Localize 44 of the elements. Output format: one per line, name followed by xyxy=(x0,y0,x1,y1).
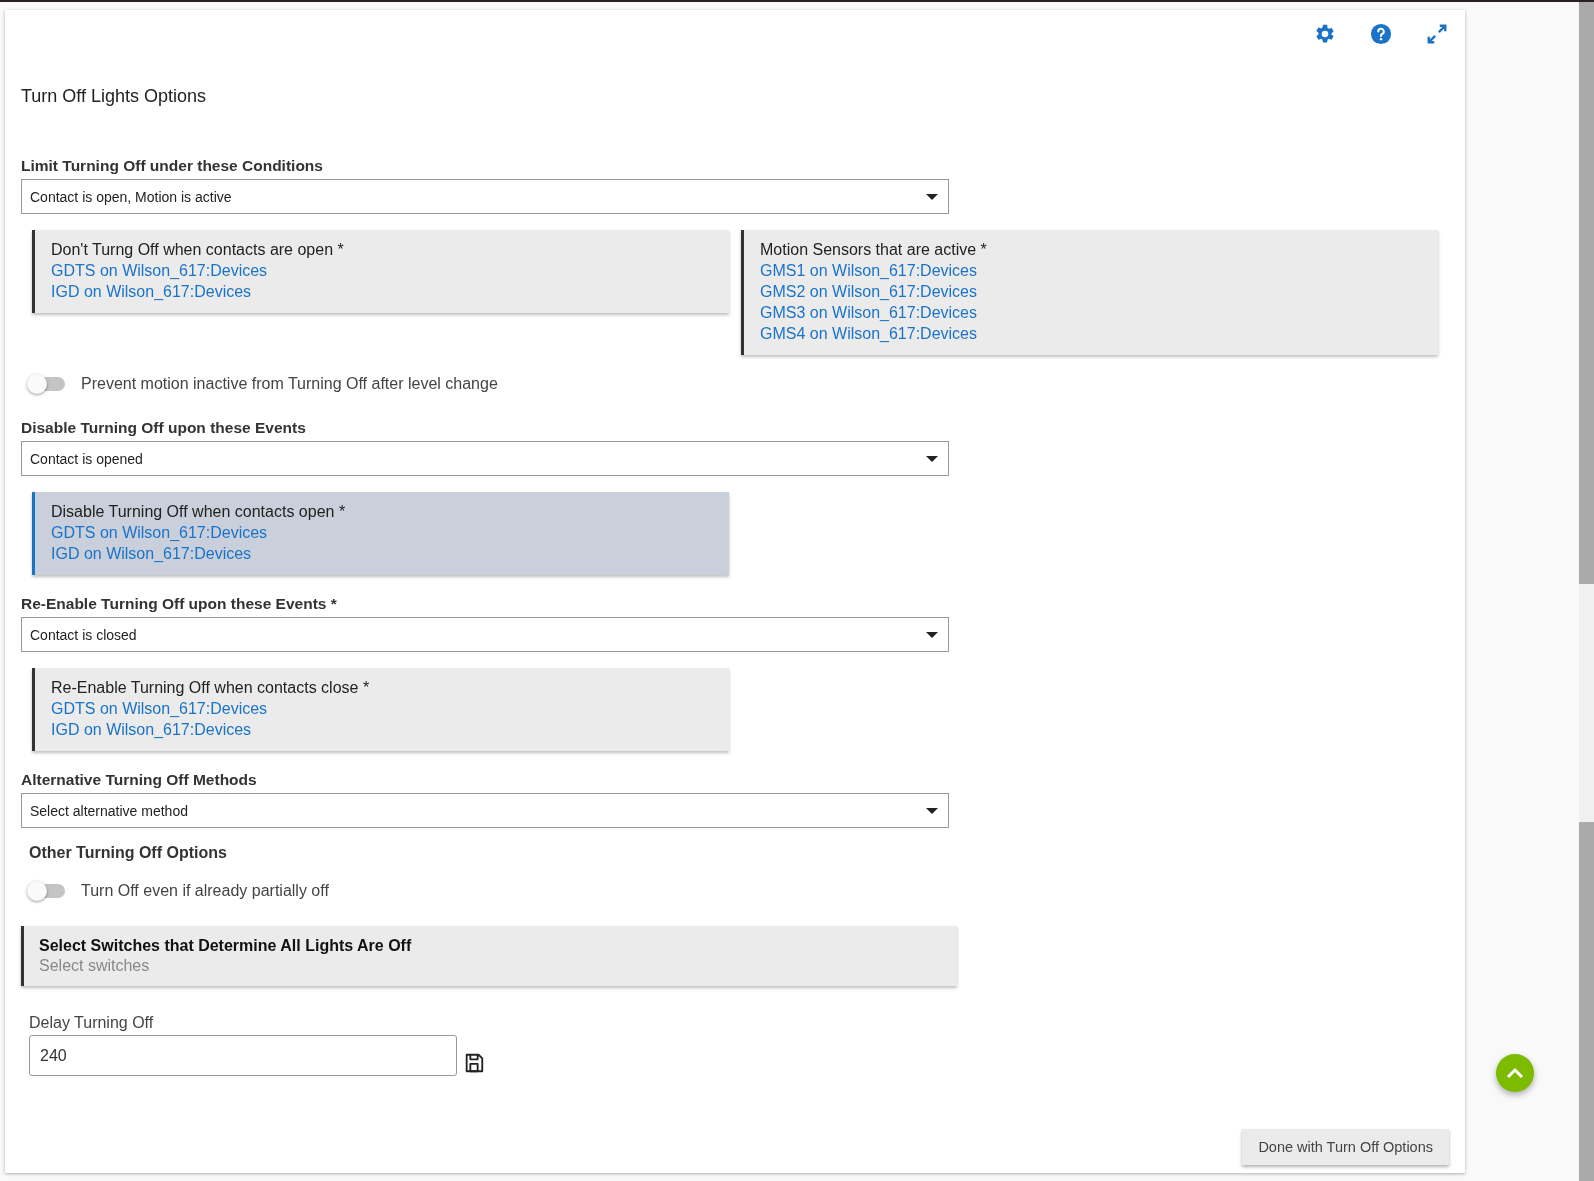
dropdown[interactable]: Contact is closed xyxy=(21,617,949,652)
card-title: Disable Turning Off when contacts open * xyxy=(51,503,347,521)
field-label: Limit Turning Off under these Conditions xyxy=(21,157,324,175)
field-label: Alternative Turning Off Methods xyxy=(21,771,258,789)
dropdown[interactable]: Select alternative method xyxy=(21,793,949,828)
dropdown[interactable]: Contact is open, Motion is active xyxy=(21,179,949,214)
field-label: Re-Enable Turning Off upon these Events * xyxy=(21,595,338,613)
toggle-switch[interactable] xyxy=(29,377,65,391)
number-input[interactable]: 240 xyxy=(29,1035,457,1076)
card-title: Motion Sensors that are active * xyxy=(760,241,988,259)
device-link[interactable]: IGD on Wilson_617:Devices xyxy=(51,283,713,301)
device-link[interactable]: GMS2 on Wilson_617:Devices xyxy=(760,283,1422,301)
caret-icon xyxy=(926,630,938,639)
picker-placeholder: Select switches xyxy=(39,957,151,975)
chevron-up-icon xyxy=(1506,1067,1524,1079)
done-button[interactable]: Done with Turn Off Options xyxy=(1242,1129,1449,1165)
dropdown[interactable]: Contact is opened xyxy=(21,441,949,476)
device-link[interactable]: GDTS on Wilson_617:Devices xyxy=(51,700,713,718)
device-list-card[interactable]: Don't Turng Off when contacts are open * GDTS on Wilson_617:Devices IGD on Wilson_617:Devices xyxy=(32,230,729,313)
scrollbar[interactable] xyxy=(1579,2,1594,1181)
section-heading: Other Turning Off Options xyxy=(29,844,228,862)
device-link[interactable]: IGD on Wilson_617:Devices xyxy=(51,721,713,739)
device-link[interactable]: GMS4 on Wilson_617:Devices xyxy=(760,325,1422,343)
device-link[interactable]: GMS1 on Wilson_617:Devices xyxy=(760,262,1422,280)
picker-title: Select Switches that Determine All Lights Are Off xyxy=(39,937,413,955)
device-link[interactable]: GDTS on Wilson_617:Devices xyxy=(51,262,713,280)
device-list-card[interactable]: Motion Sensors that are active * GMS1 on Wilson_617:Devices GMS2 on Wilson_617:Devices GMS3 on Wilson_617:Devices GMS4 on Wilson_617:Devices xyxy=(741,230,1438,355)
device-list-card[interactable]: Re-Enable Turning Off when contacts close * GDTS on Wilson_617:Devices IGD on Wilson_617:Devices xyxy=(32,668,729,751)
card-title: Re-Enable Turning Off when contacts close * xyxy=(51,679,371,697)
toggle-label: Turn Off even if already partially off xyxy=(81,882,329,900)
toggle-switch[interactable] xyxy=(29,884,65,898)
switch-picker[interactable]: Select Switches that Determine All Lights Are Off Select switches xyxy=(21,926,957,986)
page-title: Turn Off Lights Options xyxy=(21,86,208,107)
field-label: Disable Turning Off upon these Events xyxy=(21,419,307,437)
caret-icon xyxy=(926,454,938,463)
field-label: Delay Turning Off xyxy=(29,1014,155,1032)
help-icon[interactable] xyxy=(1369,22,1393,46)
card-title: Don't Turng Off when contacts are open * xyxy=(51,241,345,259)
device-link[interactable]: GMS3 on Wilson_617:Devices xyxy=(760,304,1422,322)
save-icon[interactable] xyxy=(463,1052,485,1074)
toggle-label: Prevent motion inactive from Turning Off after level change xyxy=(81,375,498,393)
expand-icon[interactable] xyxy=(1425,22,1449,46)
caret-icon xyxy=(926,806,938,815)
caret-icon xyxy=(926,192,938,201)
